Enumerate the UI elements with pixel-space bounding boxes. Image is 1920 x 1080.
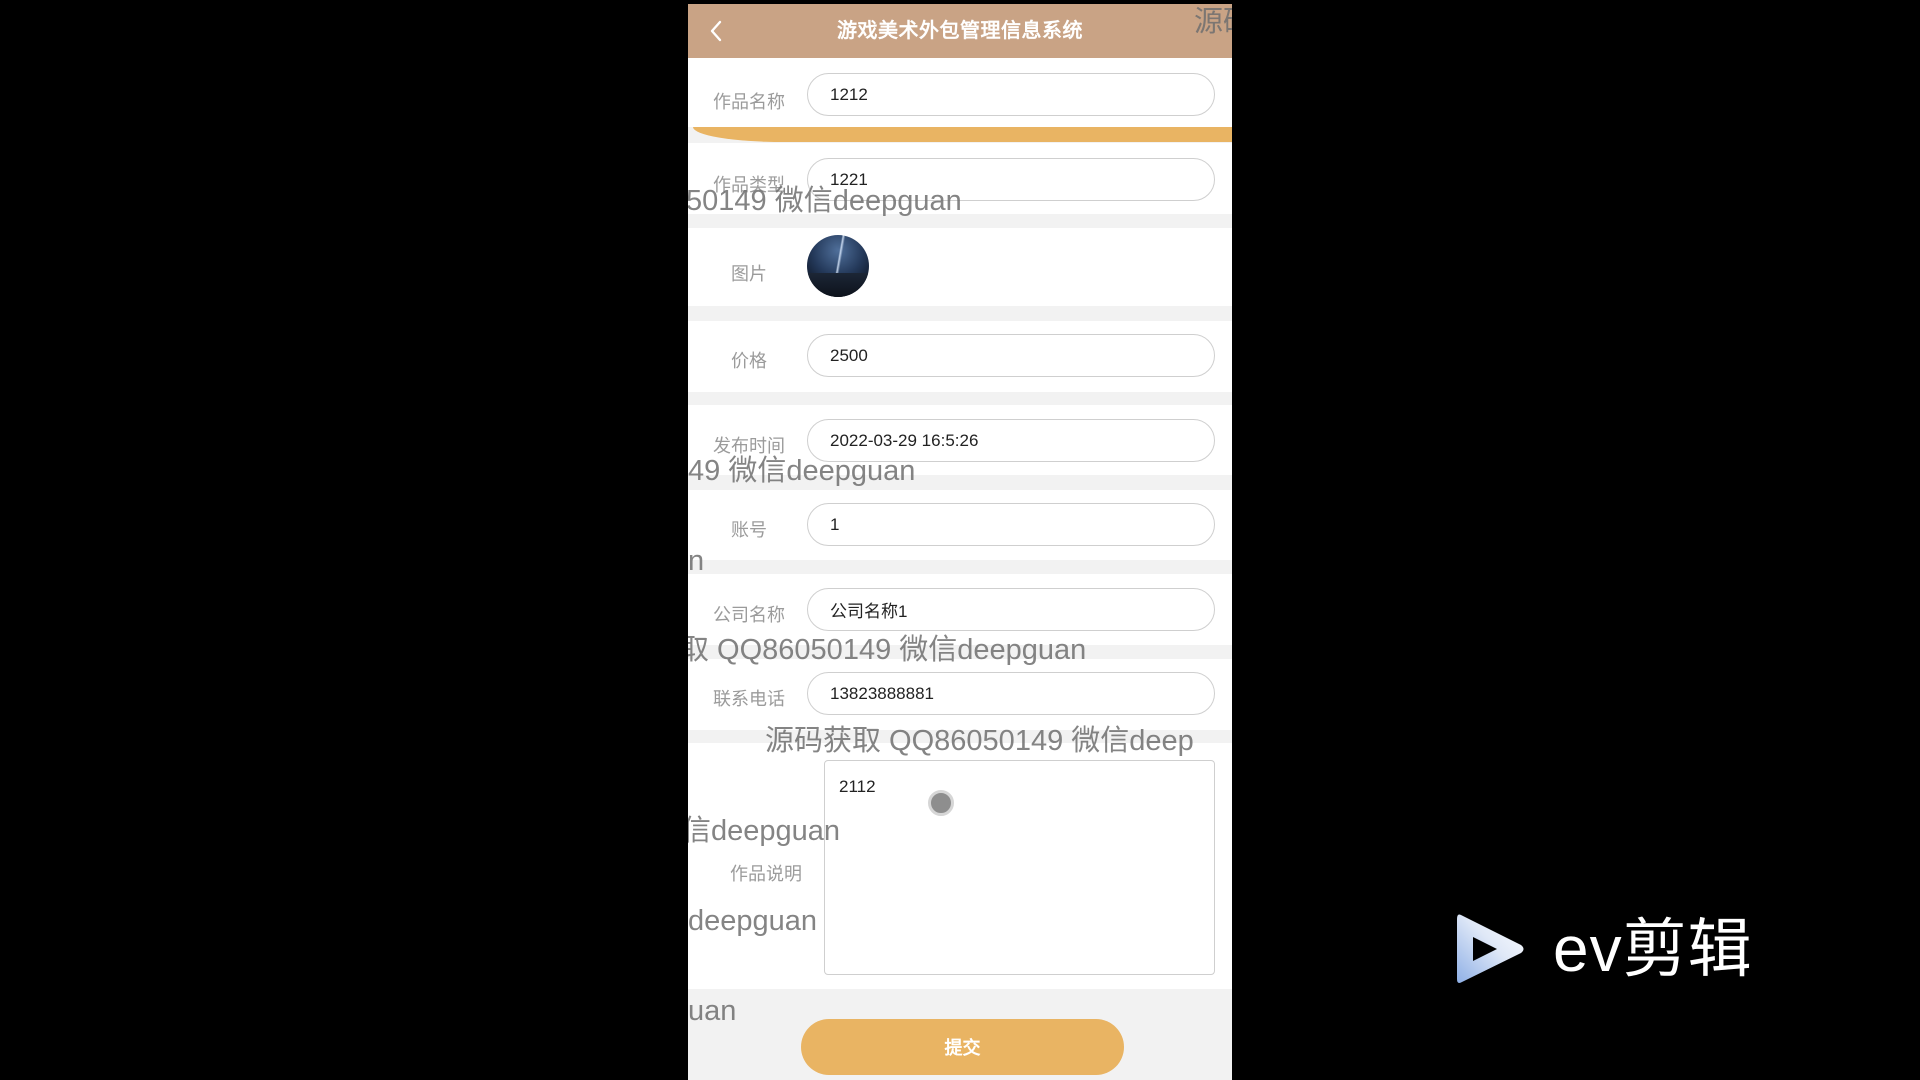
field-label-work-name: 作品名称 — [713, 92, 785, 112]
chevron-left-icon — [710, 20, 722, 42]
page-title: 游戏美术外包管理信息系统 — [837, 20, 1083, 42]
account-input[interactable] — [807, 503, 1215, 546]
field-label-company-name: 公司名称 — [713, 605, 785, 625]
back-button[interactable] — [702, 17, 730, 45]
screen: 游戏美术外包管理信息系统 作品名称 作品类型 图片 价格 发布时间 — [0, 0, 1920, 1080]
touch-cursor-indicator — [928, 790, 954, 816]
field-label-image: 图片 — [731, 264, 767, 284]
field-label-price: 价格 — [731, 351, 767, 371]
description-textarea[interactable]: 2112 — [824, 760, 1215, 975]
publish-time-input[interactable] — [807, 419, 1215, 462]
work-image-thumbnail[interactable] — [807, 235, 869, 297]
play-icon — [1457, 914, 1524, 983]
company-name-input[interactable] — [807, 588, 1215, 631]
field-label-description: 作品说明 — [730, 864, 802, 884]
work-name-input[interactable] — [807, 73, 1215, 116]
field-label-publish-time: 发布时间 — [713, 436, 785, 456]
phone-screen: 游戏美术外包管理信息系统 作品名称 作品类型 图片 价格 发布时间 — [688, 0, 1232, 1080]
app-header: 游戏美术外包管理信息系统 — [688, 4, 1232, 58]
field-label-account: 账号 — [731, 520, 767, 540]
thumbnail-horizon — [807, 273, 869, 297]
video-editor-logo: ev剪辑 — [1453, 906, 1823, 992]
price-input[interactable] — [807, 334, 1215, 377]
work-type-input[interactable] — [807, 158, 1215, 201]
phone-input[interactable] — [807, 672, 1215, 715]
watermark-text: uan — [688, 995, 737, 1027]
accent-divider — [693, 127, 1232, 142]
submit-button[interactable]: 提交 — [801, 1019, 1124, 1075]
logo-text: ev剪辑 — [1553, 913, 1753, 985]
field-label-phone: 联系电话 — [713, 689, 785, 709]
field-label-work-type: 作品类型 — [713, 175, 785, 195]
